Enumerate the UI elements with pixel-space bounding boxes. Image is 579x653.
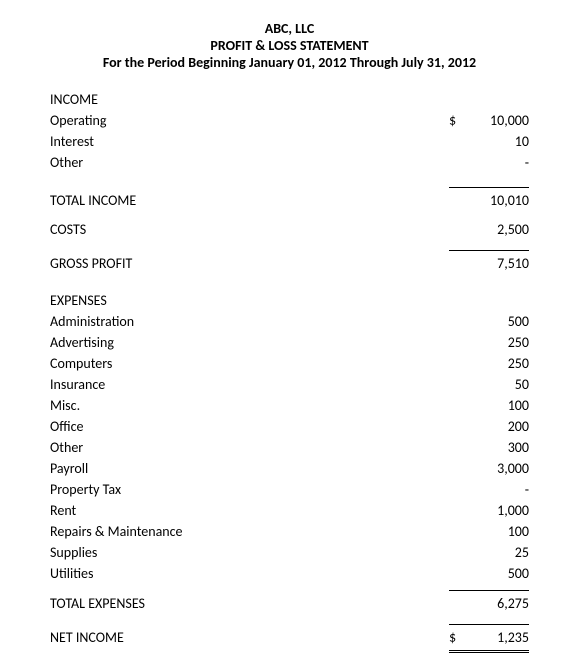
expense-row-other: Other 300 — [50, 437, 529, 458]
gross-profit-row: GROSS PROFIT 7,510 — [50, 248, 529, 274]
expense-row-office: Office 200 — [50, 416, 529, 437]
statement-period: For the Period Beginning January 01, 201… — [50, 54, 529, 71]
line-amount: 25 — [469, 542, 529, 563]
expenses-heading: EXPENSES — [50, 290, 529, 311]
expense-row-rent: Rent 1,000 — [50, 500, 529, 521]
expense-row-misc: Misc. 100 — [50, 395, 529, 416]
line-label: Repairs & Maintenance — [50, 521, 449, 542]
line-amount: 250 — [469, 332, 529, 353]
expense-row-computers: Computers 250 — [50, 353, 529, 374]
line-label: Rent — [50, 500, 449, 521]
expense-row-payroll: Payroll 3,000 — [50, 458, 529, 479]
income-row-operating: Operating $ 10,000 — [50, 110, 529, 131]
section-label: INCOME — [50, 89, 529, 110]
total-amount: 6,275 — [469, 593, 529, 614]
line-amount: 200 — [469, 416, 529, 437]
line-amount: - — [469, 479, 529, 500]
line-label: Computers — [50, 353, 449, 374]
line-label: Operating — [50, 110, 449, 131]
income-row-other: Other - — [50, 152, 529, 173]
line-amount: 50 — [469, 374, 529, 395]
line-amount: 100 — [469, 521, 529, 542]
line-label: Other — [50, 152, 449, 173]
total-amount: 10,010 — [469, 190, 529, 211]
expense-row-administration: Administration 500 — [50, 311, 529, 332]
line-label: GROSS PROFIT — [50, 253, 449, 274]
line-amount: 500 — [469, 311, 529, 332]
currency-symbol: $ — [449, 627, 469, 648]
expense-row-insurance: Insurance 50 — [50, 374, 529, 395]
line-amount: 1,000 — [469, 500, 529, 521]
total-expenses-row: TOTAL EXPENSES 6,275 — [50, 588, 529, 614]
line-label: Administration — [50, 311, 449, 332]
income-heading: INCOME — [50, 89, 529, 110]
line-amount: 250 — [469, 353, 529, 374]
net-income-row: NET INCOME $ 1,235 — [50, 622, 529, 653]
line-label: Utilities — [50, 563, 449, 584]
line-label: Interest — [50, 131, 449, 152]
line-label: Advertising — [50, 332, 449, 353]
costs-row: COSTS 2,500 — [50, 219, 529, 240]
net-label: NET INCOME — [50, 627, 449, 648]
currency-symbol: $ — [449, 110, 469, 131]
line-label: Supplies — [50, 542, 449, 563]
expense-row-property-tax: Property Tax - — [50, 479, 529, 500]
net-amount: 1,235 — [469, 627, 529, 648]
line-label: Property Tax — [50, 479, 449, 500]
line-amount: - — [469, 152, 529, 173]
line-amount: 7,510 — [469, 253, 529, 274]
line-label: COSTS — [50, 219, 449, 240]
line-amount: 100 — [469, 395, 529, 416]
expense-row-repairs: Repairs & Maintenance 100 — [50, 521, 529, 542]
line-amount: 2,500 — [469, 219, 529, 240]
section-label: EXPENSES — [50, 290, 529, 311]
line-label: Other — [50, 437, 449, 458]
total-label: TOTAL INCOME — [50, 190, 449, 211]
line-amount: 10 — [469, 131, 529, 152]
expense-row-advertising: Advertising 250 — [50, 332, 529, 353]
line-label: Payroll — [50, 458, 449, 479]
line-amount: 300 — [469, 437, 529, 458]
line-amount: 500 — [469, 563, 529, 584]
line-amount: 3,000 — [469, 458, 529, 479]
total-income-row: TOTAL INCOME 10,010 — [50, 185, 529, 211]
company-name: ABC, LLC — [50, 20, 529, 37]
line-label: Misc. — [50, 395, 449, 416]
expense-row-utilities: Utilities 500 — [50, 563, 529, 584]
income-row-interest: Interest 10 — [50, 131, 529, 152]
statement-header: ABC, LLC PROFIT & LOSS STATEMENT For the… — [50, 20, 529, 71]
statement-title: PROFIT & LOSS STATEMENT — [50, 37, 529, 54]
line-label: Office — [50, 416, 449, 437]
total-label: TOTAL EXPENSES — [50, 593, 449, 614]
line-amount: 10,000 — [469, 110, 529, 131]
expense-row-supplies: Supplies 25 — [50, 542, 529, 563]
line-label: Insurance — [50, 374, 449, 395]
